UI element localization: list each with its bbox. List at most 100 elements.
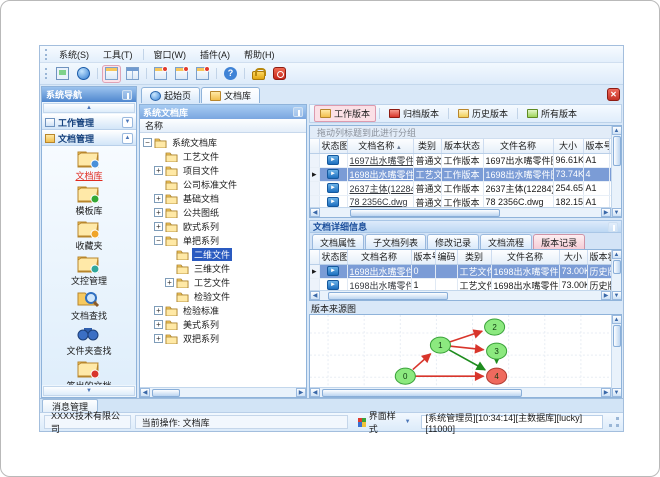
tree-node-公共图纸[interactable]: + 公共图纸 bbox=[143, 205, 306, 219]
toolbar-button[interactable] bbox=[74, 65, 93, 83]
expand-icon[interactable]: + bbox=[154, 165, 163, 175]
sidebar-item-文档查找[interactable]: 文档查找 bbox=[42, 289, 136, 322]
version-filter-历史版本[interactable]: 历史版本 bbox=[452, 105, 514, 122]
menu-item[interactable]: 系统(S) bbox=[52, 47, 96, 62]
sidebar-scroll-up[interactable]: ▲ bbox=[43, 103, 135, 113]
tree-node-双把系列[interactable]: + 双把系列 bbox=[143, 331, 306, 345]
toolbar-button[interactable] bbox=[270, 65, 289, 83]
scroll-right-icon[interactable]: ▶ bbox=[601, 208, 611, 217]
toolbar-button[interactable] bbox=[123, 65, 142, 83]
scroll-down-icon[interactable]: ▼ bbox=[611, 388, 621, 397]
scroll-left-icon[interactable]: ◀ bbox=[310, 291, 320, 300]
details-tab-文档流程[interactable]: 文档流程 bbox=[480, 234, 533, 249]
scroll-right-icon[interactable]: ▶ bbox=[601, 388, 611, 397]
column-header-状态图[interactable]: 状态图 bbox=[319, 250, 348, 265]
column-header-版本号[interactable]: 版本号 bbox=[583, 139, 610, 154]
details-tab-修改记录[interactable]: 修改记录 bbox=[427, 234, 480, 249]
scroll-thumb[interactable] bbox=[322, 388, 522, 397]
tree-hscrollbar[interactable]: ◀ ▶ bbox=[140, 387, 306, 397]
version-filter-归档版本[interactable]: 归档版本 bbox=[383, 105, 445, 122]
scroll-thumb[interactable] bbox=[350, 208, 500, 217]
grid-hscrollbar[interactable]: ◀ ▶ bbox=[310, 290, 611, 300]
column-header-大小[interactable]: 大小 bbox=[553, 139, 584, 154]
pin-icon[interactable] bbox=[122, 89, 132, 100]
scroll-thumb[interactable] bbox=[612, 136, 621, 166]
column-header-编码[interactable]: 编码 bbox=[435, 250, 458, 265]
menu-item[interactable]: 帮助(H) bbox=[237, 47, 282, 62]
toolbar-button[interactable] bbox=[151, 65, 170, 83]
column-header-状态图[interactable]: 状态图 bbox=[319, 139, 348, 154]
version-node-2[interactable]: 2 bbox=[484, 318, 506, 336]
expand-icon[interactable]: + bbox=[154, 221, 163, 231]
version-filter-所有版本[interactable]: 所有版本 bbox=[521, 105, 583, 122]
toolbar-button[interactable] bbox=[193, 65, 212, 83]
sidebar-item-签出的文档[interactable]: 签出的文档 bbox=[42, 359, 136, 385]
column-header-文档名称[interactable]: 文档名称 bbox=[347, 250, 412, 265]
resize-grip[interactable] bbox=[609, 417, 619, 427]
toolbar-button[interactable] bbox=[172, 65, 191, 83]
column-header-类别[interactable]: 类别 bbox=[457, 250, 492, 265]
scroll-thumb[interactable] bbox=[612, 260, 621, 274]
toolbar-button[interactable] bbox=[249, 65, 268, 83]
grid-vscrollbar[interactable]: ▲ ▼ bbox=[611, 250, 621, 300]
sidebar-item-收藏夹[interactable]: 收藏夹 bbox=[42, 219, 136, 252]
sidebar-item-文件夹查找[interactable]: 文件夹查找 bbox=[42, 324, 136, 357]
column-header-文件名称[interactable]: 文件名称 bbox=[491, 250, 560, 265]
column-header-版本状态[interactable]: 版本状态 bbox=[441, 139, 484, 154]
scroll-left-icon[interactable]: ◀ bbox=[310, 388, 320, 397]
chevron-up-icon[interactable]: ▲ bbox=[122, 132, 133, 144]
scroll-left-icon[interactable]: ◀ bbox=[310, 208, 320, 217]
scroll-down-icon[interactable]: ▼ bbox=[611, 208, 621, 217]
scroll-thumb[interactable] bbox=[152, 388, 180, 397]
column-header-大小[interactable]: 大小 bbox=[559, 250, 588, 265]
sidebar-scroll-down[interactable]: ▼ bbox=[43, 386, 135, 396]
tree-node-美式系列[interactable]: + 美式系列 bbox=[143, 317, 306, 331]
collapse-icon[interactable]: − bbox=[154, 235, 163, 245]
version-node-4[interactable]: 4 bbox=[486, 367, 508, 385]
toolbar-button[interactable] bbox=[53, 65, 72, 83]
tree-node-欧式系列[interactable]: + 欧式系列 bbox=[143, 219, 306, 233]
toolbar-grip[interactable] bbox=[45, 48, 48, 60]
expand-icon[interactable]: + bbox=[154, 305, 163, 315]
scroll-right-icon[interactable]: ▶ bbox=[296, 388, 306, 397]
chevron-down-icon[interactable]: ▼ bbox=[122, 116, 133, 128]
tree-column-header[interactable]: 名称 bbox=[140, 119, 306, 133]
scroll-up-icon[interactable]: ▲ bbox=[611, 250, 621, 259]
tree-node-基础文档[interactable]: + 基础文档 bbox=[143, 191, 306, 205]
table-row[interactable]: ►1697出水嘴零件图.dwg普通文档工作版本1697出水嘴零件图.dwg96.… bbox=[310, 153, 611, 168]
sidebar-item-文控管理[interactable]: 文控管理 bbox=[42, 254, 136, 287]
table-row[interactable]: ►1698出水嘴零件图.dwg1工艺文件1698出水嘴零件图.dwg73.00K… bbox=[310, 278, 611, 290]
column-header-版本号[interactable]: 版本号 bbox=[411, 250, 436, 265]
collapse-icon[interactable]: − bbox=[143, 137, 152, 147]
details-tab-子文档列表[interactable]: 子文档列表 bbox=[365, 234, 427, 249]
pin-icon[interactable] bbox=[608, 221, 618, 232]
tree-node-三维文件[interactable]: 三维文件 bbox=[143, 261, 306, 275]
toolbar-button[interactable] bbox=[102, 64, 121, 83]
table-row[interactable]: ▸►1698出水嘴零件图.dwg0工艺文件1698出水嘴零件图.dwg73.00… bbox=[310, 264, 611, 279]
scroll-up-icon[interactable]: ▲ bbox=[611, 315, 621, 324]
version-node-0[interactable]: 0 bbox=[394, 367, 416, 385]
tree-node-系统文档库[interactable]: − 系统文档库 bbox=[143, 135, 306, 149]
sidebar-group-文档管理[interactable]: 文档管理 ▲ bbox=[42, 130, 136, 146]
pin-icon[interactable] bbox=[293, 107, 303, 117]
table-row[interactable]: ►2637主体(12284).dwg普通文档工作版本2637主体(12284).… bbox=[310, 181, 611, 196]
column-header-版本状态[interactable]: 版本状态 bbox=[587, 250, 611, 265]
tree-node-工艺文件[interactable]: 工艺文件 bbox=[143, 149, 306, 163]
expand-icon[interactable]: + bbox=[154, 193, 163, 203]
column-header-类别[interactable]: 类别 bbox=[413, 139, 442, 154]
style-picker[interactable]: 界面样式 ▼ bbox=[352, 411, 417, 434]
sidebar-item-模板库[interactable]: 模板库 bbox=[42, 184, 136, 217]
scroll-right-icon[interactable]: ▶ bbox=[601, 291, 611, 300]
scroll-thumb[interactable] bbox=[328, 291, 448, 300]
graph-vscrollbar[interactable]: ▲ ▼ bbox=[611, 315, 621, 397]
version-node-1[interactable]: 1 bbox=[429, 336, 451, 354]
sidebar-group-工作管理[interactable]: 工作管理 ▼ bbox=[42, 114, 136, 130]
details-tab-版本记录[interactable]: 版本记录 bbox=[533, 234, 586, 249]
tree-node-单把系列[interactable]: − 单把系列 bbox=[143, 233, 306, 247]
tab-起始页[interactable]: 起始页 bbox=[141, 87, 201, 103]
tree-node-二维文件[interactable]: 二维文件 bbox=[143, 247, 306, 261]
column-header-文件名称[interactable]: 文件名称 bbox=[483, 139, 554, 154]
scroll-left-icon[interactable]: ◀ bbox=[140, 388, 150, 397]
tree-node-公司标准文件[interactable]: 公司标准文件 bbox=[143, 177, 306, 191]
scroll-thumb[interactable] bbox=[612, 325, 621, 347]
